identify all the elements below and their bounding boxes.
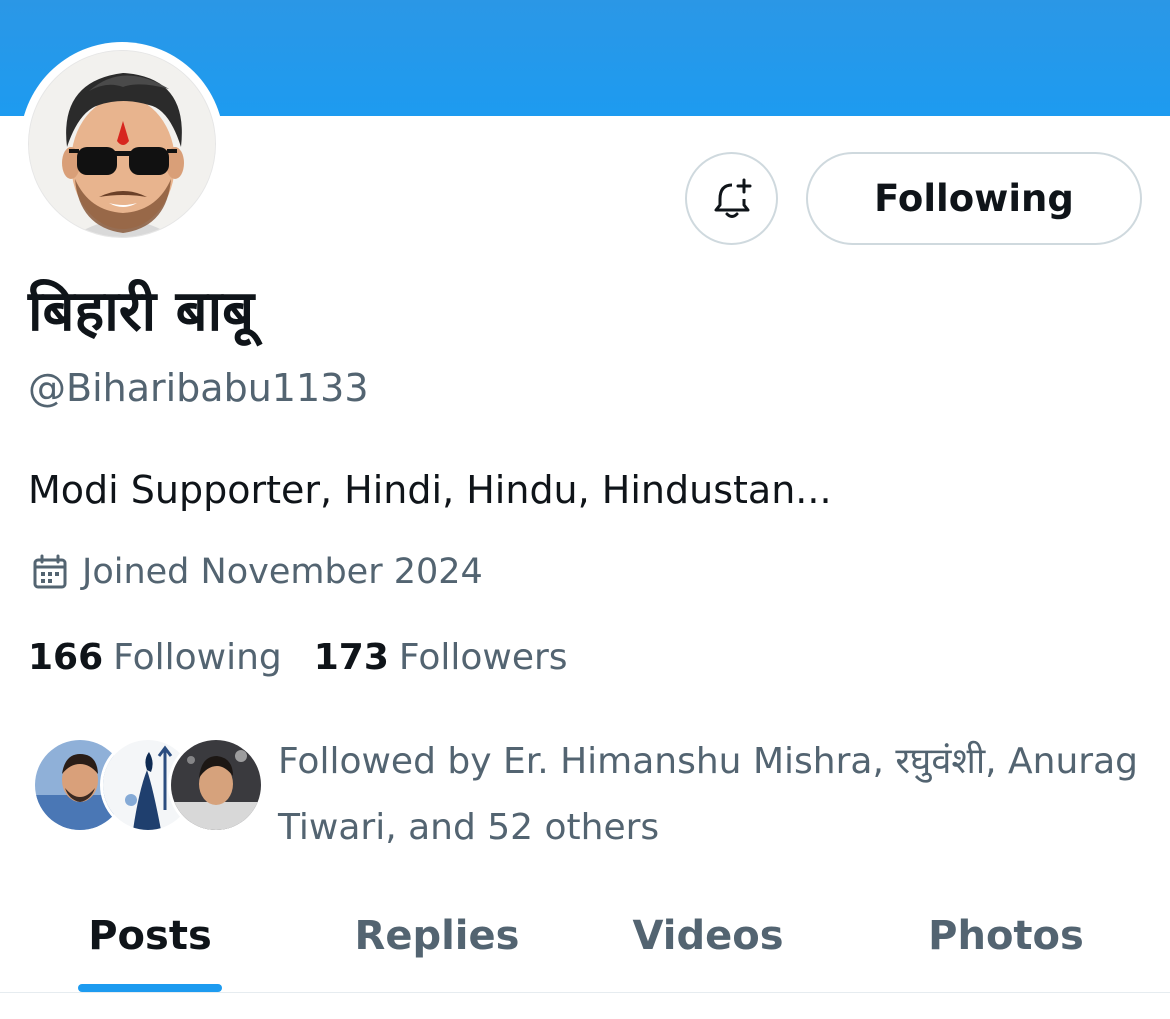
joined-text: Joined November 2024 (82, 552, 483, 592)
tab-videos[interactable]: Videos (608, 880, 808, 992)
profile-bio: Modi Supporter, Hindi, Hindu, Hindustan.… (28, 468, 832, 512)
follower-avatar (168, 737, 264, 833)
notifications-bell-button[interactable] (685, 152, 778, 245)
profile-stats: 166 Following 173 Followers (28, 630, 600, 684)
tab-replies[interactable]: Replies (337, 880, 537, 992)
profile-page: Following बिहारी बाबू @Biharibabu1133 Mo… (0, 0, 1170, 1019)
followed-by-line1: Followed by Er. Himanshu Mishra, रघुवंशी… (278, 741, 1139, 782)
followers-label: Followers (398, 636, 568, 678)
profile-avatar-frame[interactable] (20, 42, 224, 246)
profile-handle: @Biharibabu1133 (28, 366, 369, 410)
profile-tabs: Posts Replies Videos Photos (0, 880, 1170, 993)
bell-plus-icon (714, 178, 751, 218)
followed-by-line2: Tiwari, and 52 others (278, 807, 660, 848)
tab-photos[interactable]: Photos (906, 880, 1106, 992)
profile-avatar[interactable] (28, 50, 216, 238)
active-tab-indicator (78, 984, 222, 992)
following-stat-link[interactable]: 166 Following (28, 637, 282, 678)
calendar-icon (33, 554, 67, 589)
following-button[interactable]: Following (806, 152, 1142, 245)
joined-date: Joined November 2024 (32, 546, 483, 598)
following-label: Following (113, 636, 282, 678)
profile-display-name: बिहारी बाबू (28, 279, 255, 344)
followed-by-text[interactable]: Followed by Er. Himanshu Mishra, रघुवंशी… (278, 729, 1158, 861)
followed-by-row[interactable]: Followed by Er. Himanshu Mishra, रघुवंशी… (32, 737, 1152, 848)
following-count: 166 (28, 636, 104, 678)
followers-count: 173 (313, 636, 389, 678)
tab-posts[interactable]: Posts (50, 880, 250, 992)
followers-stat-link[interactable]: 173 Followers (314, 637, 568, 678)
avatar-cartoon-face-icon (29, 51, 215, 237)
